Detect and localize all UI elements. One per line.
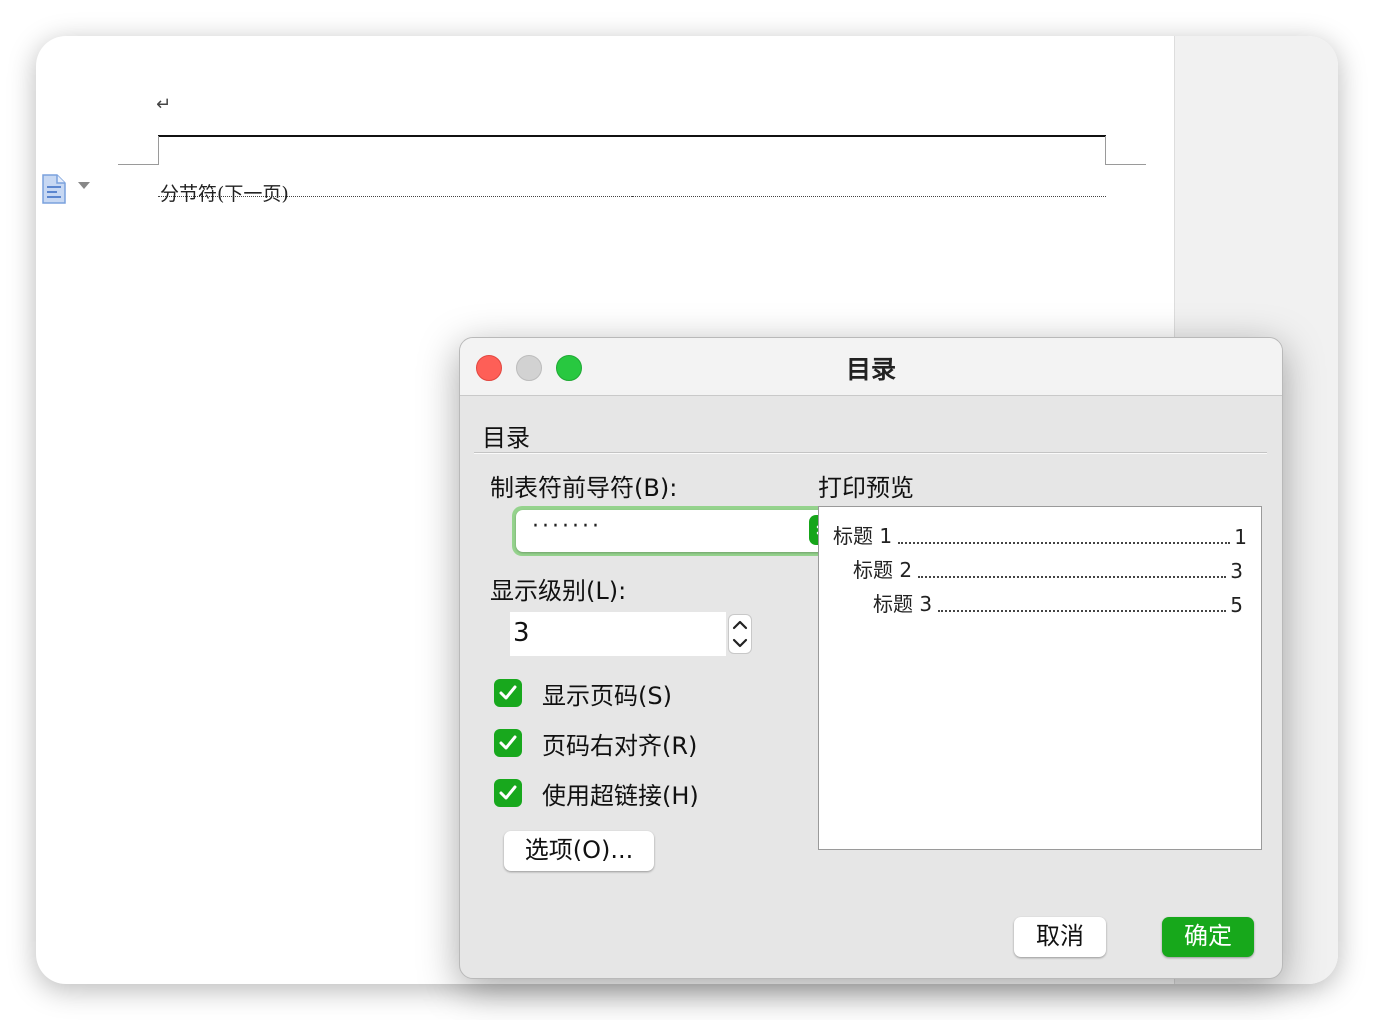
header-rule (158, 135, 1106, 137)
level-stepper[interactable] (728, 614, 752, 654)
ok-button[interactable]: 确定 (1162, 917, 1254, 957)
stepper-arrows-icon (732, 620, 748, 648)
preview-label: 打印预览 (818, 474, 914, 502)
dialog-titlebar[interactable]: 目录 (460, 338, 1282, 396)
chevron-down-icon[interactable] (78, 182, 90, 189)
section-break-label: 分节符(下一页) (160, 182, 289, 205)
leader-label: 制表符前导符(B): (490, 474, 678, 502)
toc-entry: 标题 2 3 (853, 558, 1243, 583)
options-button[interactable]: 选项(O)... (504, 831, 654, 871)
checkbox-label: 页码右对齐(R) (542, 731, 698, 760)
checkbox-label: 使用超链接(H) (542, 781, 699, 810)
checkbox-show-page-numbers[interactable]: 显示页码(S) (494, 677, 672, 710)
toc-dialog: 目录 目录 制表符前导符(B): ······· 显示级别(L): 3 显示页码… (459, 337, 1283, 979)
margin-corner-right (1105, 136, 1146, 165)
margin-corner-left (118, 136, 159, 165)
checkbox-checked-icon[interactable] (494, 679, 522, 707)
checkbox-checked-icon[interactable] (494, 779, 522, 807)
dialog-title: 目录 (845, 355, 896, 384)
level-label: 显示级别(L): (490, 577, 627, 605)
checkbox-right-align-page-numbers[interactable]: 页码右对齐(R) (494, 727, 698, 760)
toc-entry: 标题 1 1 (833, 524, 1247, 549)
checkbox-checked-icon[interactable] (494, 729, 522, 757)
checkbox-use-hyperlinks[interactable]: 使用超链接(H) (494, 777, 699, 810)
toc-entry: 标题 3 5 (873, 592, 1243, 617)
group-divider (474, 452, 1267, 454)
group-title: 目录 (482, 424, 530, 452)
section-break: 分节符(下一页) (158, 178, 1106, 206)
level-input[interactable]: 3 (510, 612, 726, 656)
paragraph-mark-icon: ↵ (156, 94, 172, 115)
leader-select[interactable]: ······· (512, 506, 847, 556)
leader-value: ······· (532, 514, 602, 539)
cancel-button[interactable]: 取消 (1014, 917, 1106, 957)
print-preview: 标题 1 1 标题 2 3 标题 3 5 (818, 506, 1262, 850)
document-icon[interactable] (41, 174, 67, 204)
checkbox-label: 显示页码(S) (542, 681, 672, 710)
